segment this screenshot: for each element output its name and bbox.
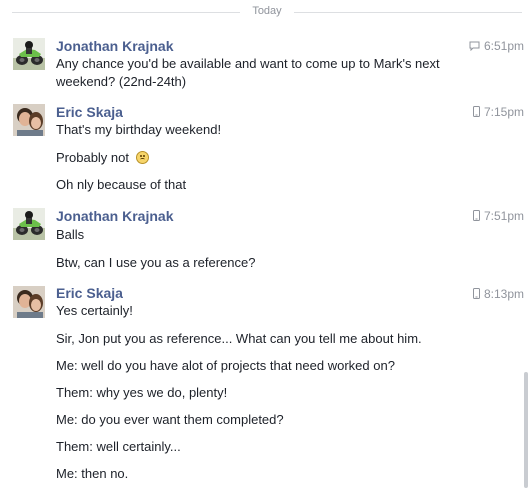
mobile-icon xyxy=(472,106,480,120)
divider-line-left xyxy=(12,12,240,13)
chat-icon xyxy=(469,40,480,54)
message-text: Sir, Jon put you as reference... What ca… xyxy=(56,331,422,346)
message-text: Yes certainly! xyxy=(56,303,133,318)
message-text: Me: do you ever want them completed? xyxy=(56,412,284,427)
avatar-jonathan[interactable] xyxy=(13,38,45,70)
message-text: Me: well do you have alot of projects th… xyxy=(56,358,395,373)
date-divider: Today xyxy=(0,0,530,24)
divider-line-right xyxy=(294,12,522,13)
message-time: 7:15pm xyxy=(472,105,524,120)
sender-name[interactable]: Jonathan Krajnak xyxy=(56,208,173,224)
message-text: weekend? (22nd-24th) xyxy=(56,74,187,89)
message-text: Them: well certainly... xyxy=(56,439,181,454)
sender-name[interactable]: Eric Skaja xyxy=(56,104,123,120)
frown-emoji-icon xyxy=(135,151,149,164)
avatar-eric[interactable] xyxy=(13,104,45,136)
message-text: Them: why yes we do, plenty! xyxy=(56,385,228,400)
mobile-icon xyxy=(472,210,480,224)
message-time: 8:13pm xyxy=(472,287,524,302)
message-text: Me: then no. xyxy=(56,466,129,481)
message-text: Balls xyxy=(56,227,85,242)
scrollbar-thumb[interactable] xyxy=(524,372,528,488)
message-line: Probably not xyxy=(56,149,149,166)
message-text: Probably not xyxy=(56,150,129,165)
message-text: Btw, can I use you as a reference? xyxy=(56,255,256,270)
message-text: Oh nly because of that xyxy=(56,177,187,192)
avatar-jonathan[interactable] xyxy=(13,208,45,240)
message-time-text: 7:51pm xyxy=(483,209,524,223)
sender-name[interactable]: Jonathan Krajnak xyxy=(56,38,173,54)
message-time-text: 8:13pm xyxy=(483,287,524,301)
avatar-eric[interactable] xyxy=(13,286,45,318)
date-divider-label: Today xyxy=(252,5,282,17)
sender-name[interactable]: Eric Skaja xyxy=(56,285,123,301)
message-text: Any chance you'd be available and want t… xyxy=(56,56,440,71)
message-time: 6:51pm xyxy=(469,39,524,54)
message-text: That's my birthday weekend! xyxy=(56,122,222,137)
message-time: 7:51pm xyxy=(472,209,524,224)
message-time-text: 6:51pm xyxy=(483,39,524,53)
message-time-text: 7:15pm xyxy=(483,105,524,119)
mobile-icon xyxy=(472,288,480,302)
